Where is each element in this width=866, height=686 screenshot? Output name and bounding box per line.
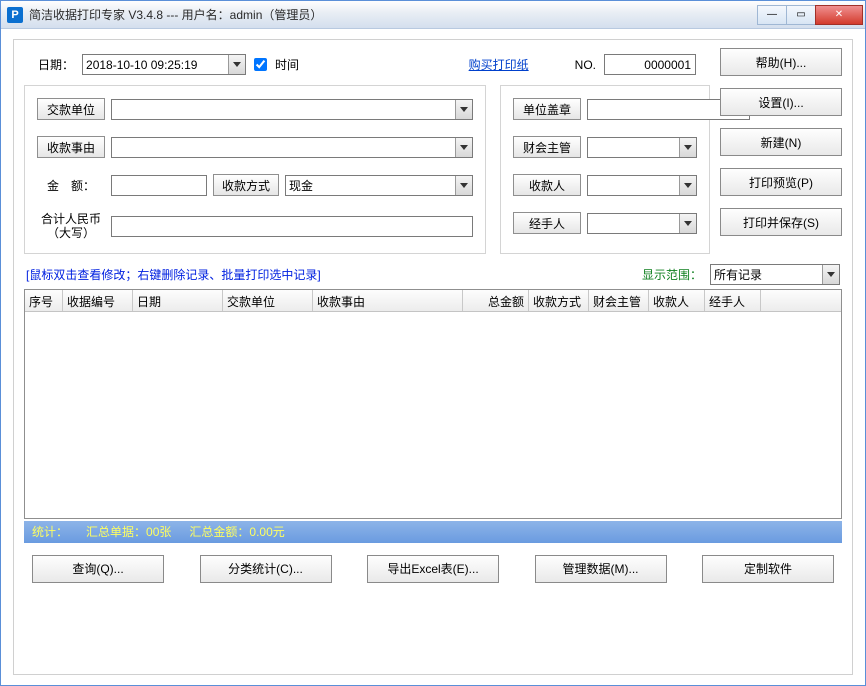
custom-software-button[interactable]: 定制软件 — [702, 555, 834, 583]
export-excel-button[interactable]: 导出Excel表(E)... — [367, 555, 499, 583]
side-buttons: 帮助(H)... 设置(I)... 新建(N) 打印预览(P) 打印并保存(S) — [720, 48, 842, 254]
cashier-combo[interactable] — [587, 175, 697, 196]
scope-label: 显示范围： — [642, 266, 702, 283]
stats-count: 汇总单据：00张 — [86, 523, 171, 540]
window-controls: — ▭ ✕ — [757, 5, 863, 25]
handler-input[interactable] — [587, 213, 697, 234]
stats-bar: 统计： 汇总单据：00张 汇总金额：0.00元 — [24, 521, 842, 543]
app-window: P 简洁收据打印专家 V3.4.8 --- 用户名：admin（管理员） — ▭… — [0, 0, 866, 686]
manage-data-button[interactable]: 管理数据(M)... — [535, 555, 667, 583]
window-title: 简洁收据打印专家 V3.4.8 --- 用户名：admin（管理员） — [29, 6, 757, 23]
payer-combo[interactable] — [111, 99, 473, 120]
bottom-buttons: 查询(Q)... 分类统计(C)... 导出Excel表(E)... 管理数据(… — [24, 543, 842, 589]
stats-label: 统计： — [32, 523, 68, 540]
date-row: 日期： 时间 购买打印纸 NO. 0000001 — [24, 48, 710, 85]
date-label: 日期： — [38, 56, 74, 73]
date-input[interactable] — [82, 54, 246, 75]
category-stats-button[interactable]: 分类统计(C)... — [200, 555, 332, 583]
table-column-header[interactable]: 日期 — [133, 290, 223, 311]
table-column-header[interactable]: 序号 — [25, 290, 63, 311]
handler-combo[interactable] — [587, 213, 697, 234]
amount-label: 金 额： — [37, 177, 105, 194]
no-label: NO. — [575, 58, 596, 72]
reason-combo[interactable] — [111, 137, 473, 158]
maximize-button[interactable]: ▭ — [786, 5, 816, 25]
scope-input[interactable] — [710, 264, 840, 285]
print-preview-button[interactable]: 打印预览(P) — [720, 168, 842, 196]
pay-method-button[interactable]: 收款方式 — [213, 174, 279, 196]
left-form-box: 交款单位 收款事由 — [24, 85, 486, 254]
handler-button[interactable]: 经手人 — [513, 212, 581, 234]
buy-paper-link[interactable]: 购买打印纸 — [469, 56, 529, 73]
new-button[interactable]: 新建(N) — [720, 128, 842, 156]
main-group: 日期： 时间 购买打印纸 NO. 0000001 — [13, 39, 853, 675]
amount-input[interactable] — [111, 175, 207, 196]
client-area: 日期： 时间 购买打印纸 NO. 0000001 — [1, 29, 865, 685]
manager-button[interactable]: 财会主管 — [513, 136, 581, 158]
table-column-header[interactable]: 收款人 — [649, 290, 705, 311]
table-column-header[interactable]: 收款事由 — [313, 290, 463, 311]
no-value: 0000001 — [604, 54, 696, 75]
right-form-box: 单位盖章 财会主管 收款人 — [500, 85, 710, 254]
reason-input[interactable] — [111, 137, 473, 158]
top-area: 日期： 时间 购买打印纸 NO. 0000001 — [24, 48, 842, 254]
form-column: 日期： 时间 购买打印纸 NO. 0000001 — [24, 48, 710, 254]
titlebar[interactable]: P 简洁收据打印专家 V3.4.8 --- 用户名：admin（管理员） — ▭… — [1, 1, 865, 29]
settings-button[interactable]: 设置(I)... — [720, 88, 842, 116]
hint-row: [鼠标双击查看修改；右键删除记录、批量打印选中记录] 显示范围： — [24, 264, 842, 285]
manager-combo[interactable] — [587, 137, 697, 158]
cashier-input[interactable] — [587, 175, 697, 196]
pay-method-input[interactable] — [285, 175, 473, 196]
table-column-header[interactable]: 经手人 — [705, 290, 761, 311]
app-icon: P — [7, 7, 23, 23]
stats-sum: 汇总金额：0.00元 — [189, 523, 284, 540]
pay-method-combo[interactable] — [285, 175, 473, 196]
table-column-header[interactable]: 收款方式 — [529, 290, 589, 311]
cashier-button[interactable]: 收款人 — [513, 174, 581, 196]
time-checkbox[interactable] — [254, 58, 267, 71]
table-body[interactable] — [25, 312, 841, 518]
query-button[interactable]: 查询(Q)... — [32, 555, 164, 583]
table-hint: [鼠标双击查看修改；右键删除记录、批量打印选中记录] — [26, 266, 634, 283]
date-picker[interactable] — [82, 54, 246, 75]
table-column-header[interactable]: 收据编号 — [63, 290, 133, 311]
amount-cn-label: 合计人民币 （大写） — [37, 212, 105, 241]
scope-combo[interactable] — [710, 264, 840, 285]
table-column-header[interactable]: 财会主管 — [589, 290, 649, 311]
payer-button[interactable]: 交款单位 — [37, 98, 105, 120]
minimize-button[interactable]: — — [757, 5, 787, 25]
payer-input[interactable] — [111, 99, 473, 120]
table-column-header[interactable]: 交款单位 — [223, 290, 313, 311]
amount-cn-input[interactable] — [111, 216, 473, 237]
records-table[interactable]: 序号收据编号日期交款单位收款事由总金额收款方式财会主管收款人经手人 — [24, 289, 842, 519]
close-button[interactable]: ✕ — [815, 5, 863, 25]
time-checkbox-label: 时间 — [275, 56, 299, 73]
table-column-header[interactable]: 总金额 — [463, 290, 529, 311]
stamp-button[interactable]: 单位盖章 — [513, 98, 581, 120]
reason-button[interactable]: 收款事由 — [37, 136, 105, 158]
table-header: 序号收据编号日期交款单位收款事由总金额收款方式财会主管收款人经手人 — [25, 290, 841, 312]
help-button[interactable]: 帮助(H)... — [720, 48, 842, 76]
print-save-button[interactable]: 打印并保存(S) — [720, 208, 842, 236]
manager-input[interactable] — [587, 137, 697, 158]
